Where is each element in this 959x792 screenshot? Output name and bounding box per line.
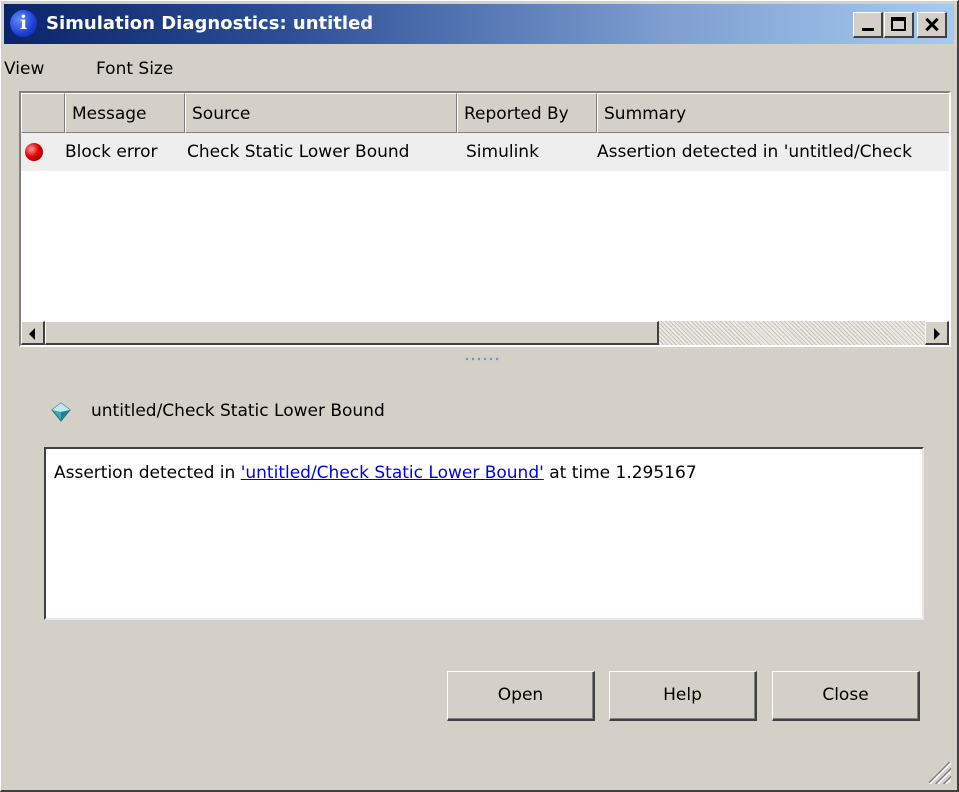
menu-font-size[interactable]: Font Size bbox=[96, 59, 173, 79]
cell-reported-by: Simulink bbox=[466, 142, 539, 162]
maximize-icon bbox=[891, 17, 906, 31]
resize-grip-icon[interactable] bbox=[929, 762, 951, 784]
block-path-label[interactable]: untitled/Check Static Lower Bound bbox=[91, 401, 385, 421]
arrow-right-icon bbox=[934, 328, 940, 340]
scroll-right-button[interactable] bbox=[925, 321, 949, 345]
block-link[interactable]: 'untitled/Check Static Lower Bound' bbox=[241, 463, 544, 483]
column-header-summary[interactable]: Summary bbox=[597, 93, 949, 133]
cell-summary: Assertion detected in 'untitled/Check bbox=[597, 142, 912, 162]
arrow-left-icon bbox=[29, 328, 35, 340]
message-detail-area[interactable]: Assertion detected in 'untitled/Check St… bbox=[44, 447, 924, 620]
pane-splitter-handle[interactable] bbox=[464, 357, 500, 361]
scroll-track[interactable] bbox=[659, 321, 925, 345]
column-header-source[interactable]: Source bbox=[185, 93, 457, 133]
close-button[interactable]: Close bbox=[772, 671, 920, 721]
message-prefix: Assertion detected in bbox=[54, 463, 241, 483]
window-title: Simulation Diagnostics: untitled bbox=[46, 13, 374, 34]
cell-source: Check Static Lower Bound bbox=[187, 142, 410, 162]
menu-view[interactable]: View bbox=[4, 59, 44, 79]
help-button[interactable]: Help bbox=[609, 671, 757, 721]
open-button[interactable]: Open bbox=[447, 671, 595, 721]
column-header-reported-by[interactable]: Reported By bbox=[457, 93, 597, 133]
message-suffix: at time 1.295167 bbox=[543, 463, 697, 483]
maximize-button[interactable] bbox=[884, 12, 914, 38]
scroll-left-button[interactable] bbox=[21, 321, 45, 345]
block-icon bbox=[51, 402, 71, 422]
horizontal-scrollbar[interactable] bbox=[21, 321, 949, 345]
diagnostics-window: i Simulation Diagnostics: untitled View … bbox=[0, 0, 959, 792]
diagnostics-table: Message Source Reported By Summary Block… bbox=[19, 91, 951, 347]
close-icon bbox=[918, 13, 945, 36]
info-icon: i bbox=[10, 10, 37, 37]
table-row[interactable]: Block error Check Static Lower Bound Sim… bbox=[21, 133, 949, 171]
error-icon bbox=[25, 143, 43, 161]
table-header: Message Source Reported By Summary bbox=[21, 93, 949, 133]
column-header-message[interactable]: Message bbox=[65, 93, 185, 133]
title-bar[interactable]: i Simulation Diagnostics: untitled bbox=[4, 4, 954, 44]
cell-message: Block error bbox=[65, 142, 158, 162]
column-header-icon[interactable] bbox=[21, 93, 65, 133]
close-window-button[interactable] bbox=[917, 12, 947, 38]
minimize-icon bbox=[862, 28, 874, 31]
scroll-thumb[interactable] bbox=[45, 321, 659, 345]
minimize-button[interactable] bbox=[853, 12, 883, 38]
